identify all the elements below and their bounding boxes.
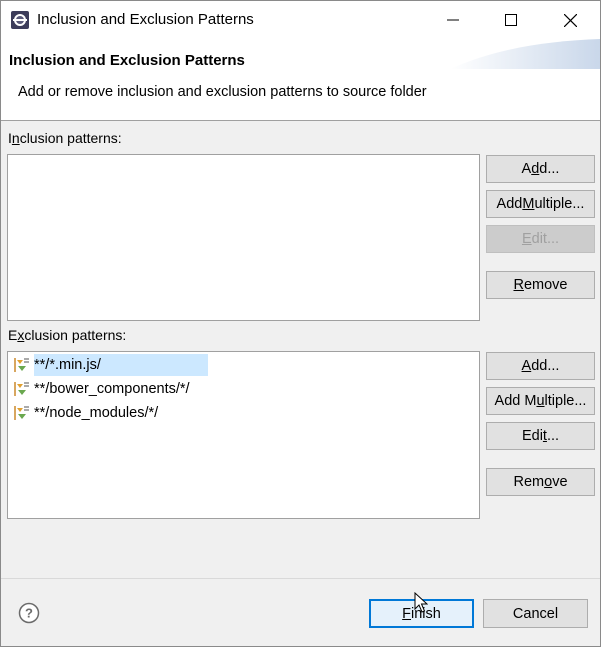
dialog-banner: Inclusion and Exclusion Patterns Add or … [1, 39, 600, 121]
exclusion-filter-icon [14, 382, 29, 396]
cancel-button[interactable]: Cancel [483, 599, 588, 628]
exclusion-item-text: **/bower_components/*/ [34, 381, 190, 397]
minimize-button[interactable] [424, 1, 482, 39]
svg-text:?: ? [25, 606, 33, 621]
inclusion-edit-button[interactable]: Edit... [486, 225, 595, 253]
maximize-icon [505, 14, 517, 26]
inclusion-add-multiple-button[interactable]: Add Multiple... [486, 190, 595, 218]
exclusion-add-button[interactable]: Add... [486, 352, 595, 380]
exclusion-filter-icon [14, 358, 29, 372]
exclusion-list[interactable]: **/*.min.js/ **/bower_components/*/ **/n… [7, 351, 480, 519]
footer-separator [1, 578, 600, 579]
exclusion-remove-button[interactable]: Rem o ve [486, 468, 595, 496]
exclusion-item-3[interactable]: **/node_modules/*/ [12, 402, 160, 424]
exclusion-add-multiple-button[interactable]: Add Mu ltiple... [486, 387, 595, 415]
inclusion-list[interactable] [7, 154, 480, 321]
help-icon[interactable]: ? [18, 602, 40, 624]
banner-decoration [450, 39, 600, 69]
exclusion-item-text: **/node_modules/*/ [34, 405, 159, 421]
mouse-cursor-icon [414, 592, 428, 613]
window-title: Inclusion and Exclusion Patterns [37, 11, 254, 28]
dialog-window: Inclusion and Exclusion Patterns Inclusi… [0, 0, 601, 647]
title-bar: Inclusion and Exclusion Patterns [1, 1, 600, 39]
exclusion-item-text: **/*.min.js/ [34, 357, 101, 373]
minimize-icon [447, 19, 459, 21]
exclusion-label: Exclusion patterns: [8, 327, 127, 343]
exclusion-filter-icon [14, 406, 29, 420]
exclusion-edit-button[interactable]: Edi t... [486, 422, 595, 450]
close-button[interactable] [541, 1, 599, 39]
inclusion-remove-button[interactable]: Remove [486, 271, 595, 299]
exclusion-item-2[interactable]: **/bower_components/*/ [12, 378, 192, 400]
inclusion-label: Inclusion patterns: [8, 130, 122, 146]
close-icon [563, 13, 577, 27]
exclusion-item-1[interactable]: **/*.min.js/ [12, 354, 103, 376]
banner-message: Add or remove inclusion and exclusion pa… [18, 84, 427, 100]
banner-title: Inclusion and Exclusion Patterns [9, 52, 245, 69]
eclipse-app-icon [11, 11, 29, 29]
inclusion-add-button[interactable]: Ad d... [486, 155, 595, 183]
maximize-button[interactable] [482, 1, 540, 39]
